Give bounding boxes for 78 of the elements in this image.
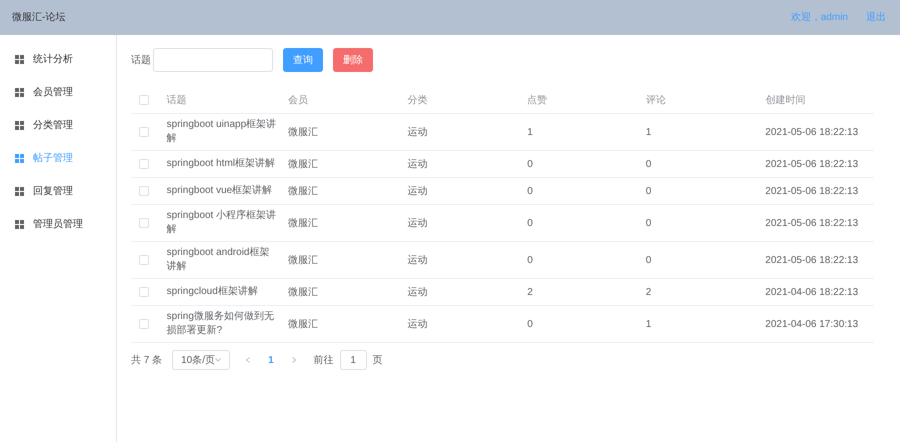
table-cell: 2021-05-06 18:22:13 [765, 126, 858, 138]
page-input[interactable]: 1 [340, 350, 367, 370]
table-cell: 2 [527, 286, 533, 298]
menu-item[interactable]: 会员管理 [0, 76, 116, 109]
table-cell: 运动 [408, 158, 428, 170]
table-cell: 微服汇 [288, 318, 318, 330]
field-label: 话题 [131, 54, 152, 68]
table-cell: 运动 [408, 126, 428, 138]
table-cell: 运动 [408, 318, 428, 330]
table-cell: 微服汇 [288, 286, 318, 298]
table-cell: 微服汇 [288, 126, 318, 138]
goto-label: 前往 [314, 354, 334, 368]
table-cell-text: springboot uinapp框架讲解 [166, 118, 278, 146]
table-cell: 0 [527, 318, 533, 330]
chevron-left-icon[interactable] [246, 357, 250, 363]
menu-item[interactable]: 管理员管理 [0, 208, 116, 241]
table-cell: 0 [646, 218, 652, 228]
column-header: 评论 [646, 94, 666, 106]
checkbox[interactable] [139, 186, 149, 196]
table-cell: 微服汇 [288, 158, 318, 170]
table-cell: 2021-04-06 17:30:13 [765, 318, 858, 330]
table-cell: 0 [646, 158, 652, 170]
table-cell: 1 [527, 126, 533, 138]
column-header: 分类 [408, 94, 428, 106]
column-header: 会员 [288, 94, 308, 106]
search-field[interactable] [153, 48, 273, 72]
table-cell-text: spring微服务如何做到无损部署更新? [166, 310, 275, 338]
table-cell-text: springboot vue框架讲解 [166, 184, 274, 198]
column-header: 点赞 [527, 94, 548, 106]
checkbox[interactable] [139, 255, 149, 265]
chevron-down-icon [215, 358, 222, 362]
table-cell: 0 [527, 218, 533, 228]
column-header: 话题 [166, 94, 187, 106]
table-cell: 0 [646, 254, 652, 266]
grid-icon [15, 154, 24, 163]
menu-item[interactable]: 分类管理 [0, 109, 116, 142]
table-cell: 运动 [408, 254, 428, 266]
table-cell: 2021-05-06 18:22:13 [765, 218, 858, 228]
table-cell-text: springboot android框架讲解 [166, 246, 270, 274]
page-size-select[interactable]: 10条/页 [172, 350, 230, 370]
checkbox[interactable] [139, 95, 149, 105]
total-count: 共 7 条 [131, 354, 162, 368]
table-cell-text: springboot 小程序框架讲解 [166, 209, 278, 237]
grid-icon [15, 88, 24, 97]
table-cell: 2021-05-06 18:22:13 [765, 186, 858, 196]
table-cell: 2021-05-06 18:22:13 [765, 158, 858, 170]
table-cell: 运动 [408, 286, 428, 298]
table-cell: 1 [646, 126, 652, 138]
column-header: 创建时间 [765, 94, 806, 106]
table-cell: 微服汇 [288, 218, 318, 228]
table-cell: 0 [646, 186, 652, 196]
table-cell-text: springcloud框架讲解 [166, 285, 259, 299]
table-cell: 运动 [408, 186, 428, 196]
table-cell: 0 [527, 186, 533, 196]
table-cell: 0 [527, 254, 533, 266]
site-title: 微服汇-论坛 [12, 11, 66, 25]
checkbox[interactable] [139, 287, 149, 297]
table-cell: 2021-05-06 18:22:13 [765, 254, 858, 266]
table-cell: 2 [646, 286, 652, 298]
grid-icon [15, 220, 24, 229]
grid-icon [15, 187, 24, 196]
checkbox[interactable] [139, 127, 149, 137]
table-cell: 1 [646, 318, 652, 330]
table-cell-text: springboot html框架讲解 [166, 157, 276, 171]
page-suffix: 页 [372, 354, 383, 368]
menu-item[interactable]: 回复管理 [0, 175, 116, 208]
table-cell: 微服汇 [288, 254, 318, 266]
table-cell: 运动 [408, 218, 428, 228]
table-cell: 2021-04-06 18:22:13 [765, 286, 858, 298]
table-cell: 微服汇 [288, 186, 318, 196]
menu-item[interactable]: 统计分析 [0, 43, 116, 76]
checkbox[interactable] [139, 159, 149, 169]
grid-icon [15, 121, 24, 130]
checkbox[interactable] [139, 218, 149, 228]
chevron-right-icon[interactable] [292, 357, 296, 363]
checkbox[interactable] [139, 319, 149, 329]
table-cell: 0 [527, 158, 533, 170]
grid-icon [15, 55, 24, 64]
